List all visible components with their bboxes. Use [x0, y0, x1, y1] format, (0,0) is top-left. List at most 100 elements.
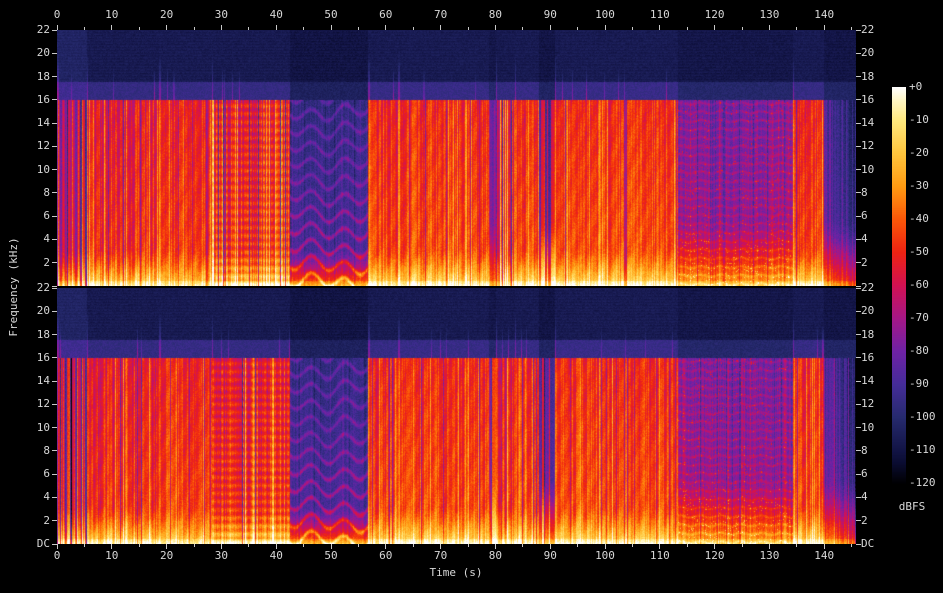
db-tick-label: -10: [909, 113, 929, 126]
time-tick-label: 50: [324, 8, 338, 21]
time-major-tick: [440, 25, 442, 30]
freq-tick-label: 16: [36, 350, 50, 364]
db-tick-label: -80: [909, 344, 929, 357]
freq-tick-label: 4: [43, 490, 50, 504]
time-minor-tick: [138, 544, 140, 547]
freq-tick-label: 20: [861, 304, 875, 318]
freq-tick: [52, 169, 57, 171]
freq-tick-label: 22: [36, 23, 50, 36]
time-tick-label: 130: [759, 8, 780, 21]
freq-tick-label: 22: [861, 23, 875, 36]
freq-tick-label: 2: [861, 255, 868, 269]
freq-tick-label: 4: [43, 232, 50, 246]
time-tick-label: 120: [704, 549, 725, 562]
freq-tick-label: 18: [36, 327, 50, 341]
time-minor-tick: [248, 27, 250, 30]
freq-tick: [52, 52, 57, 54]
time-tick-label: 80: [488, 8, 503, 21]
freq-tick-label: 14: [36, 374, 50, 388]
time-tick-label: 50: [324, 549, 338, 562]
colorbar-title: dBFS: [898, 500, 926, 513]
db-tick-label: -50: [909, 245, 929, 258]
freq-tick: [52, 122, 57, 124]
time-tick-label: 80: [488, 549, 503, 562]
spectrogram-figure: Frequency (kHz) Time (s) dBFS 0 0 10 10 20 20…: [0, 0, 943, 593]
time-major-tick: [768, 25, 770, 30]
freq-tick-label: 16: [861, 350, 875, 364]
time-tick-label: 40: [269, 8, 283, 21]
time-tick-label: 40: [269, 549, 283, 562]
time-minor-tick: [467, 27, 469, 30]
time-minor-tick: [577, 27, 579, 30]
freq-tick-label: 12: [861, 139, 875, 153]
time-minor-tick: [851, 544, 853, 547]
freq-tick: [52, 285, 57, 287]
freq-tick-label: 12: [36, 139, 50, 153]
time-minor-tick: [741, 27, 743, 30]
freq-tick-label: 4: [861, 232, 868, 246]
time-minor-tick: [851, 27, 853, 30]
freq-dc-label: DC: [861, 537, 875, 550]
freq-tick-label: 14: [36, 116, 50, 130]
db-tick-label: +0: [909, 80, 923, 93]
time-minor-tick: [412, 544, 414, 547]
freq-tick-label: 14: [861, 374, 875, 388]
freq-tick-label: 10: [861, 162, 875, 176]
freq-tick: [52, 238, 57, 240]
time-minor-tick: [83, 544, 85, 547]
time-major-tick: [823, 25, 825, 30]
colorbar: [892, 87, 906, 484]
time-major-tick: [549, 25, 551, 30]
time-major-tick: [659, 25, 661, 30]
time-tick-label: 10: [105, 8, 119, 21]
time-minor-tick: [577, 544, 579, 547]
db-tick-label: -110: [909, 443, 936, 456]
time-minor-tick: [686, 27, 688, 30]
time-major-tick: [220, 25, 222, 30]
time-tick-label: 30: [214, 549, 229, 562]
time-tick-label: 100: [595, 8, 615, 21]
time-minor-tick: [522, 544, 524, 547]
freq-tick-label: 22: [861, 281, 875, 294]
db-tick-label: -120: [909, 476, 936, 489]
time-tick-label: 90: [543, 8, 557, 21]
db-tick-label: -60: [909, 278, 929, 291]
time-tick-label: 120: [704, 8, 725, 21]
time-tick-label: 110: [649, 549, 670, 562]
freq-tick: [52, 29, 57, 31]
time-minor-tick: [303, 27, 305, 30]
time-minor-tick: [193, 544, 195, 547]
time-minor-tick: [357, 544, 359, 547]
time-minor-tick: [796, 27, 798, 30]
time-minor-tick: [741, 544, 743, 547]
freq-tick-label: 20: [36, 46, 50, 60]
freq-tick-label: 8: [43, 443, 50, 457]
db-tick-label: -90: [909, 377, 929, 390]
time-tick-label: 20: [159, 8, 174, 21]
freq-tick: [52, 450, 57, 452]
freq-tick-label: 2: [43, 255, 50, 269]
freq-tick-label: 18: [861, 69, 875, 83]
freq-tick-label: 20: [36, 304, 50, 318]
time-tick-label: 0: [53, 8, 61, 21]
spectrogram-channel-2: [57, 288, 856, 544]
db-tick-label: -20: [909, 146, 929, 159]
freq-tick: [52, 380, 57, 382]
freq-tick-label: 2: [43, 513, 50, 527]
freq-tick: [52, 145, 57, 147]
time-major-tick: [166, 25, 168, 30]
time-tick-label: 60: [379, 549, 393, 562]
time-minor-tick: [248, 544, 250, 547]
time-minor-tick: [796, 544, 798, 547]
time-tick-label: 100: [595, 549, 615, 562]
freq-tick: [52, 334, 57, 336]
db-tick-label: -70: [909, 311, 929, 324]
freq-tick-label: 6: [861, 209, 868, 223]
freq-tick: [52, 76, 57, 78]
freq-dc-label: DC: [36, 537, 50, 550]
time-tick-label: 30: [214, 8, 229, 21]
time-minor-tick: [83, 27, 85, 30]
time-minor-tick: [631, 27, 633, 30]
freq-tick-label: 16: [861, 92, 875, 106]
time-minor-tick: [522, 27, 524, 30]
